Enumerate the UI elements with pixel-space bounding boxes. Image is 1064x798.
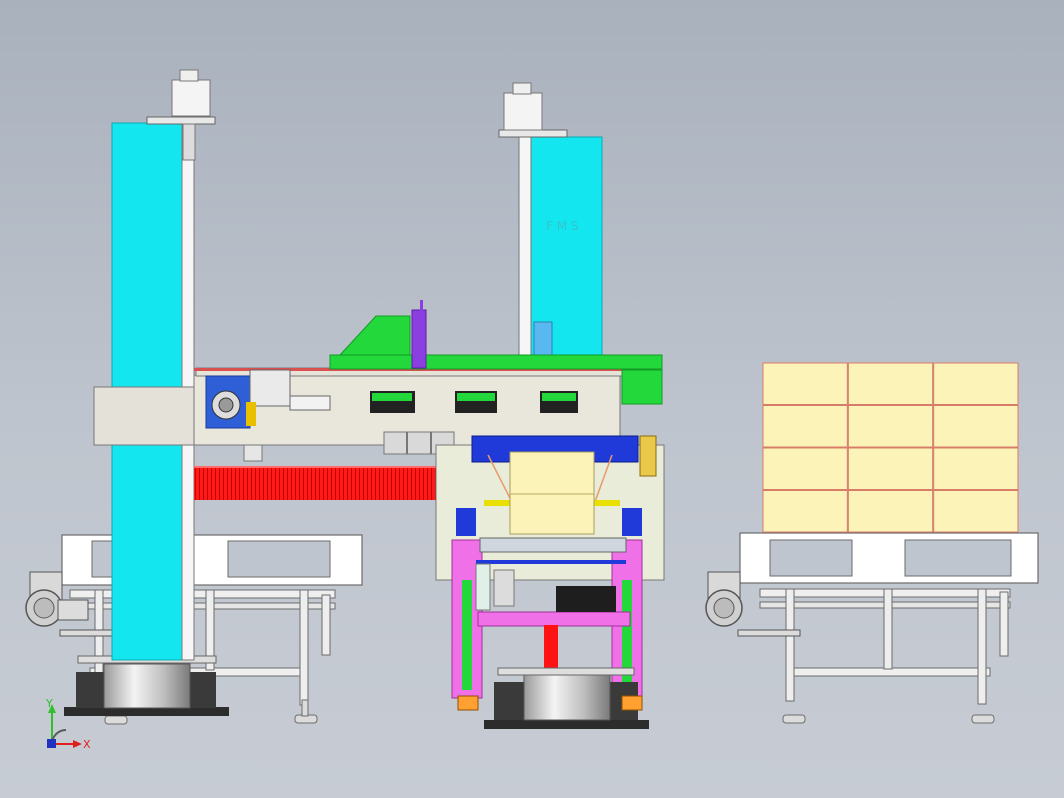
carton-box [933, 405, 1019, 448]
carton-box [762, 362, 848, 405]
comb-fingers [194, 466, 456, 500]
carton-box [762, 405, 848, 448]
carton-box [933, 490, 1019, 533]
x-axis-arrowhead [73, 740, 82, 748]
left-column-base [64, 655, 229, 716]
gripper-carton [509, 451, 595, 535]
left-servo-motor [171, 69, 211, 117]
carton-box [933, 362, 1019, 405]
carton-stack [762, 362, 1019, 533]
carton-box [847, 447, 934, 490]
carton-box [933, 447, 1019, 490]
x-axis-label: X [83, 738, 91, 751]
carton-box [847, 405, 934, 448]
cad-viewport[interactable]: F M S Y X [0, 0, 1064, 798]
carton-box [847, 490, 934, 533]
palletizer-assembly-drawing[interactable]: F M S Y X [0, 0, 1064, 798]
carton-box [762, 490, 848, 533]
carton-box [762, 447, 848, 490]
right-servo-motor [503, 82, 543, 131]
z-axis-marker [47, 739, 56, 748]
right-conveyor [739, 532, 1039, 724]
svg-text:F M S: F M S [546, 219, 579, 233]
y-axis-label: Y [45, 697, 53, 710]
carton-box [847, 362, 934, 405]
right-column: F M S [498, 129, 603, 368]
